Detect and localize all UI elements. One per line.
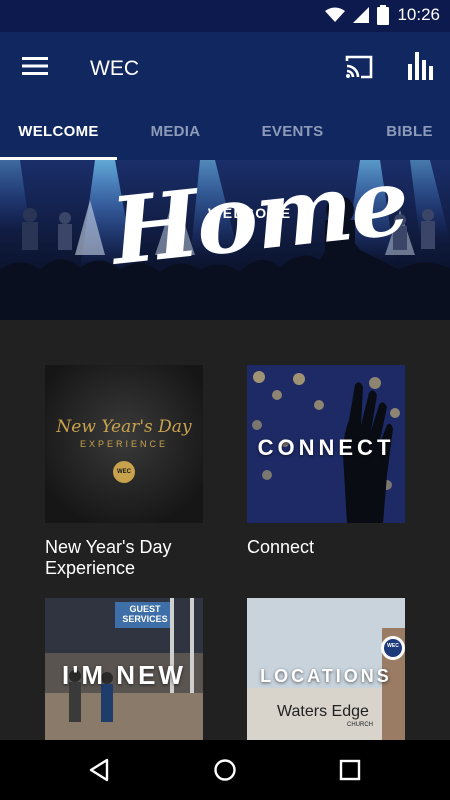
back-icon[interactable] (88, 758, 110, 782)
new-years-day-thumb-subtitle: EXPERIENCE (79, 439, 169, 449)
tab-welcome[interactable]: WELCOME (0, 104, 117, 160)
app-bar: WEC (0, 32, 450, 104)
new-years-day-thumbnail[interactable]: New Year's Day EXPERIENCE WEC (45, 365, 203, 523)
status-bar: 10:26 (0, 0, 450, 32)
app-title: WEC (90, 57, 139, 80)
tab-events[interactable]: EVENTS (234, 104, 351, 160)
connect-thumbnail[interactable]: CONNECT (247, 365, 405, 523)
waters-edge-sign: Waters Edge (277, 703, 369, 720)
home-icon[interactable] (213, 758, 237, 782)
wifi-icon (325, 7, 346, 22)
locations-thumbnail[interactable]: WEC LOCATIONS Waters Edge CHURCH (247, 598, 405, 740)
recents-icon[interactable] (339, 759, 361, 781)
tab-media[interactable]: MEDIA (117, 104, 234, 160)
guest-services-sign: GUEST SERVICES (122, 604, 168, 624)
waters-edge-church-sign: CHURCH (347, 722, 373, 728)
wec-logo-badge: WEC (113, 461, 135, 483)
locations-thumb-text: LOCATIONS (260, 666, 392, 686)
signal-icon (353, 7, 370, 23)
bar-chart-icon[interactable] (407, 52, 433, 80)
new-years-day-thumb-title: New Year's Day (56, 417, 192, 437)
im-new-thumb-text: I'M NEW (62, 660, 186, 690)
card-label-connect[interactable]: Connect (247, 537, 417, 558)
status-time: 10:26 (397, 5, 440, 24)
status-icons: 10:26 (325, 5, 440, 25)
menu-icon[interactable] (22, 56, 48, 76)
im-new-thumbnail[interactable]: GUEST SERVICES I'M NEW (45, 598, 203, 740)
system-nav-bar (0, 740, 450, 800)
battery-icon (377, 5, 390, 25)
cast-icon[interactable] (344, 54, 374, 80)
card-label-new-years-day[interactable]: New Year's Day Experience (45, 537, 215, 579)
wec-sign-badge: WEC (387, 643, 399, 649)
connect-thumb-text: CONNECT (257, 435, 395, 460)
